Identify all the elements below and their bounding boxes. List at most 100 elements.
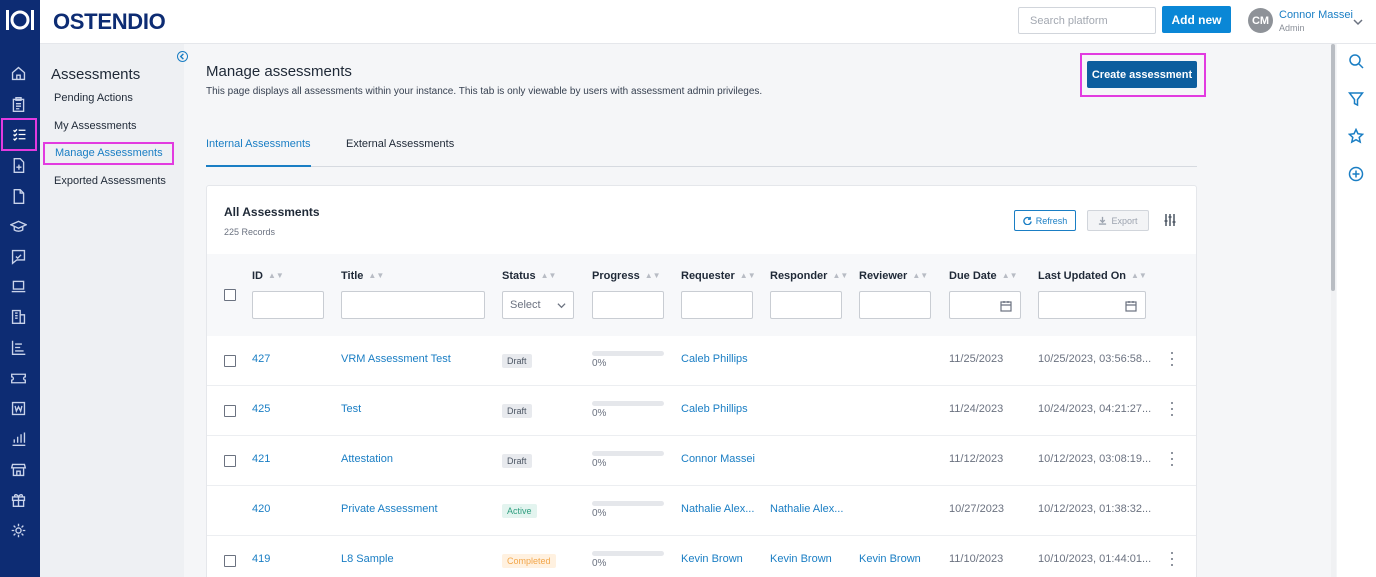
row-requester[interactable]: Nathalie Alex... [681,503,763,515]
scrollbar-thumb[interactable] [1331,44,1335,291]
refresh-button[interactable]: Refresh [1014,210,1076,231]
create-assessment-button[interactable]: Create assessment [1087,61,1197,88]
more-options-icon[interactable] [1169,352,1175,366]
more-options-icon[interactable] [1169,552,1175,566]
row-responder[interactable]: Kevin Brown [770,553,852,565]
ticket-icon[interactable] [6,366,30,390]
progress-text: 0% [592,408,607,419]
row-due-date: 11/25/2023 [949,353,1004,365]
column-header-reviewer[interactable]: Reviewer ▲▼ [859,270,928,282]
checklist-icon[interactable] [1,118,37,151]
logo-icon[interactable] [4,6,36,34]
row-checkbox[interactable] [224,355,236,367]
row-requester[interactable]: Caleb Phillips [681,403,763,415]
home-icon[interactable] [6,61,30,85]
column-header-title[interactable]: Title ▲▼ [341,270,384,282]
row-checkbox[interactable] [224,555,236,567]
chat-icon[interactable] [6,244,30,268]
column-header-last-updated[interactable]: Last Updated On ▲▼ [1038,270,1147,282]
row-reviewer[interactable]: Kevin Brown [859,553,941,565]
main-content: Manage assessments This page displays al… [184,44,1334,577]
store-icon[interactable] [6,457,30,481]
more-options-icon[interactable] [1169,402,1175,416]
sidebar-item-pending-actions[interactable]: Pending Actions [54,92,133,104]
column-header-progress[interactable]: Progress ▲▼ [592,270,661,282]
table-row[interactable]: 427 VRM Assessment Test Draft 0% Caleb P… [207,336,1196,386]
row-id[interactable]: 425 [252,403,270,415]
clipboard-icon[interactable] [6,92,30,116]
row-checkbox[interactable] [224,405,236,417]
file-plus-icon[interactable] [6,153,30,177]
sort-icon: ▲▼ [368,271,385,280]
more-options-icon[interactable] [1169,452,1175,466]
row-id[interactable]: 421 [252,453,270,465]
status-filter-select[interactable]: Select [502,291,574,319]
row-id[interactable]: 419 [252,553,270,565]
w-icon[interactable] [6,396,30,420]
column-header-due-date[interactable]: Due Date ▲▼ [949,270,1018,282]
search-input[interactable] [1018,7,1156,34]
tab-external-assessments[interactable]: External Assessments [346,138,454,167]
row-title[interactable]: L8 Sample [341,553,491,565]
id-filter-input[interactable] [252,291,324,319]
calendar-icon[interactable] [1000,299,1012,312]
row-title[interactable]: Test [341,403,491,415]
row-responder[interactable]: Nathalie Alex... [770,503,852,515]
row-due-date: 10/27/2023 [949,503,1005,515]
building-icon[interactable] [6,304,30,328]
row-title[interactable]: VRM Assessment Test [341,353,491,365]
bar-list-icon[interactable] [6,335,30,359]
row-requester[interactable]: Caleb Phillips [681,353,763,365]
add-new-button[interactable]: Add new [1162,6,1231,33]
brand-name[interactable]: OSTENDIO [53,9,166,35]
column-header-requester[interactable]: Requester ▲▼ [681,270,756,282]
star-icon[interactable] [1347,127,1365,144]
row-title[interactable]: Private Assessment [341,503,491,515]
column-header-status[interactable]: Status ▲▼ [502,270,556,282]
chevron-down-icon[interactable] [1353,14,1363,26]
row-checkbox[interactable] [224,455,236,467]
column-header-responder[interactable]: Responder ▲▼ [770,270,848,282]
laptop-icon[interactable] [6,274,30,298]
filter-icon[interactable] [1347,91,1365,107]
gift-icon[interactable] [6,487,30,511]
row-id[interactable]: 427 [252,353,270,365]
calendar-icon[interactable] [1125,299,1137,312]
user-name[interactable]: Connor Massei [1279,9,1353,21]
row-title[interactable]: Attestation [341,453,491,465]
row-requester[interactable]: Connor Massei [681,453,763,465]
plus-circle-icon[interactable] [1348,166,1364,182]
column-header-id[interactable]: ID ▲▼ [252,270,284,282]
refresh-icon [1022,216,1032,225]
table-row[interactable]: 419 L8 Sample Completed 0% Kevin Brown K… [207,536,1196,577]
table-row[interactable]: 421 Attestation Draft 0% Connor Massei 1… [207,436,1196,486]
document-icon[interactable] [6,184,30,208]
reviewer-filter-input[interactable] [859,291,931,319]
sidebar-item-my-assessments[interactable]: My Assessments [54,120,137,132]
progress-filter-input[interactable] [592,291,664,319]
due-date-filter-input[interactable] [949,291,1021,319]
page-scrollbar[interactable] [1331,44,1336,577]
progress-text: 0% [592,458,607,469]
table-row[interactable]: 420 Private Assessment Active 0% Nathali… [207,486,1196,536]
row-due-date: 11/12/2023 [949,453,1004,465]
last-updated-filter-input[interactable] [1038,291,1146,319]
avatar[interactable]: CM [1248,8,1273,33]
select-all-checkbox[interactable] [224,289,236,301]
chart-icon[interactable] [6,426,30,450]
sidebar-item-manage-assessments[interactable]: Manage Assessments [43,142,174,165]
search-icon[interactable] [1348,53,1364,69]
progress-bar [592,501,664,506]
row-id[interactable]: 420 [252,503,270,515]
column-settings-icon[interactable] [1163,213,1177,227]
export-button[interactable]: Export [1087,210,1149,231]
requester-filter-input[interactable] [681,291,753,319]
title-filter-input[interactable] [341,291,485,319]
tab-internal-assessments[interactable]: Internal Assessments [206,138,311,167]
sidebar-item-exported-assessments[interactable]: Exported Assessments [54,175,166,187]
table-row[interactable]: 425 Test Draft 0% Caleb Phillips 11/24/2… [207,386,1196,436]
settings-icon[interactable] [6,518,30,542]
responder-filter-input[interactable] [770,291,842,319]
graduation-cap-icon[interactable] [6,214,30,238]
row-requester[interactable]: Kevin Brown [681,553,763,565]
